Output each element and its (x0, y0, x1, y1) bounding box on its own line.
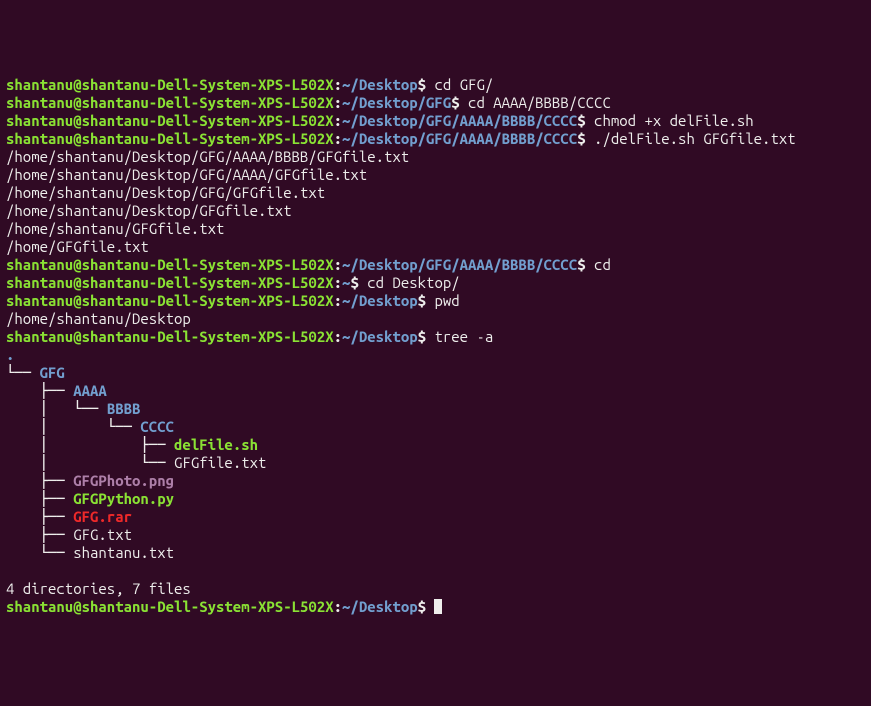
user: shantanu (6, 76, 73, 93)
tree-image: GFGPhoto.png (73, 472, 174, 489)
tree-file: GFGfile.txt (174, 454, 266, 471)
tree-line: ├── GFGPython.py (6, 490, 865, 508)
tree-exe: GFGPython.py (73, 490, 174, 507)
tree-dir: BBBB (107, 400, 141, 417)
output-line: /home/shantanu/Desktop/GFG/AAAA/BBBB/GFG… (6, 148, 865, 166)
tree-archive: GFG.rar (73, 508, 132, 525)
prompt-line-4: shantanu@shantanu-Dell-System-XPS-L502X:… (6, 130, 865, 148)
tree-dir: GFG (40, 364, 65, 381)
tree-exe: delFile.sh (174, 436, 258, 453)
cwd: ~/Desktop (342, 76, 418, 93)
prompt-line-final[interactable]: shantanu@shantanu-Dell-System-XPS-L502X:… (6, 598, 865, 616)
tree-root: . (6, 346, 865, 364)
tree-line: ├── AAAA (6, 382, 865, 400)
cursor (434, 599, 442, 614)
tree-line: │ └── GFGfile.txt (6, 454, 865, 472)
blank-line (6, 562, 865, 580)
prompt-line-8: shantanu@shantanu-Dell-System-XPS-L502X:… (6, 328, 865, 346)
prompt-line-2: shantanu@shantanu-Dell-System-XPS-L502X:… (6, 94, 865, 112)
tree-line: ├── GFG.rar (6, 508, 865, 526)
command: cd GFG/ (434, 76, 493, 93)
tree-file: GFG.txt (73, 526, 132, 543)
prompt-line-5: shantanu@shantanu-Dell-System-XPS-L502X:… (6, 256, 865, 274)
tree-summary: 4 directories, 7 files (6, 580, 865, 598)
tree-line: ├── GFGPhoto.png (6, 472, 865, 490)
tree-line: └── shantanu.txt (6, 544, 865, 562)
tree-line: │ └── CCCC (6, 418, 865, 436)
output-line: /home/shantanu/Desktop/GFG/GFGfile.txt (6, 184, 865, 202)
output-line: /home/shantanu/Desktop/GFG/AAAA/GFGfile.… (6, 166, 865, 184)
tree-line: │ ├── delFile.sh (6, 436, 865, 454)
output-line: /home/shantanu/Desktop/GFGfile.txt (6, 202, 865, 220)
tree-line: │ └── BBBB (6, 400, 865, 418)
prompt-line-3: shantanu@shantanu-Dell-System-XPS-L502X:… (6, 112, 865, 130)
host: shantanu-Dell-System-XPS-L502X (82, 76, 334, 93)
prompt-line-6: shantanu@shantanu-Dell-System-XPS-L502X:… (6, 274, 865, 292)
tree-line: ├── GFG.txt (6, 526, 865, 544)
tree-dir: AAAA (73, 382, 107, 399)
pwd-output: /home/shantanu/Desktop (6, 310, 865, 328)
output-line: /home/shantanu/GFGfile.txt (6, 220, 865, 238)
tree-file: shantanu.txt (73, 544, 174, 561)
prompt-line-1: shantanu@shantanu-Dell-System-XPS-L502X:… (6, 76, 865, 94)
tree-dir: CCCC (140, 418, 174, 435)
tree-line: └── GFG (6, 364, 865, 382)
prompt-line-7: shantanu@shantanu-Dell-System-XPS-L502X:… (6, 292, 865, 310)
output-line: /home/GFGfile.txt (6, 238, 865, 256)
terminal-output[interactable]: shantanu@shantanu-Dell-System-XPS-L502X:… (6, 76, 865, 616)
